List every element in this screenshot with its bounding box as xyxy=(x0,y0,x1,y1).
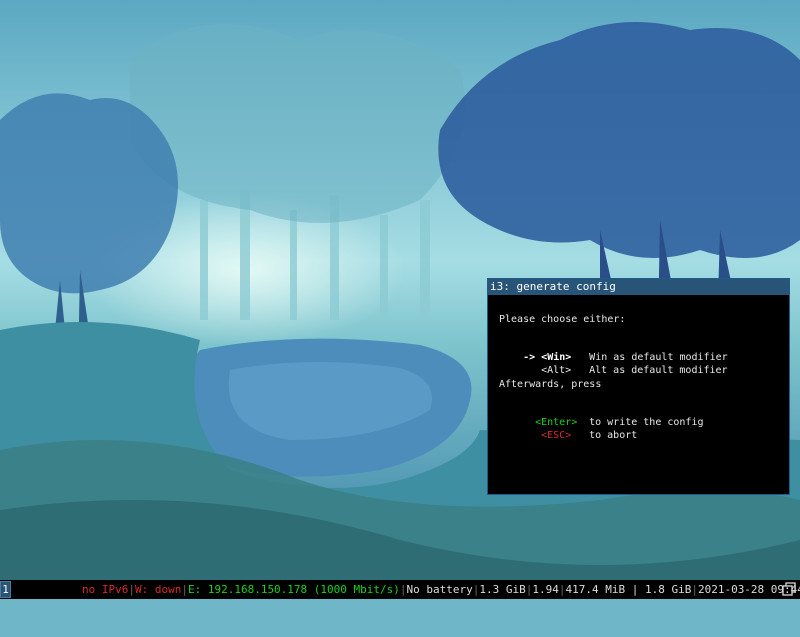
window-icon[interactable] xyxy=(782,582,796,596)
status-memory: 417.4 MiB | 1.8 GiB xyxy=(565,583,692,596)
esc-desc: to abort xyxy=(589,430,638,441)
afterwards-text: Afterwards, press xyxy=(499,379,602,390)
status-battery: No battery xyxy=(406,583,473,596)
generate-config-window[interactable]: i3: generate config Please choose either… xyxy=(487,278,790,495)
separator: | xyxy=(691,583,698,596)
action-esc: <ESC> to abort xyxy=(499,418,637,454)
option-alt-desc: Alt as default modifier xyxy=(589,365,728,376)
window-titlebar[interactable]: i3: generate config xyxy=(488,279,789,295)
status-load: 1.94 xyxy=(532,583,559,596)
prompt-text: Please choose either: xyxy=(499,314,626,325)
option-alt-key: <Alt> xyxy=(541,365,572,376)
i3-statusbar: 1 no IPv6|W: down|E: 192.168.150.178 (10… xyxy=(0,580,800,599)
status-ethernet: E: 192.168.150.178 (1000 Mbit/s) xyxy=(187,583,400,596)
workspace-button[interactable]: 1 xyxy=(0,581,11,598)
status-disk: 1.3 GiB xyxy=(479,583,526,596)
separator: | xyxy=(181,583,188,596)
separator: | xyxy=(399,583,407,596)
separator: | xyxy=(128,583,135,596)
esc-key: <ESC> xyxy=(541,430,572,441)
status-items: no IPv6|W: down|E: 192.168.150.178 (1000… xyxy=(82,580,800,599)
status-ipv6: no IPv6 xyxy=(82,583,129,596)
status-wireless: W: down xyxy=(134,583,182,596)
